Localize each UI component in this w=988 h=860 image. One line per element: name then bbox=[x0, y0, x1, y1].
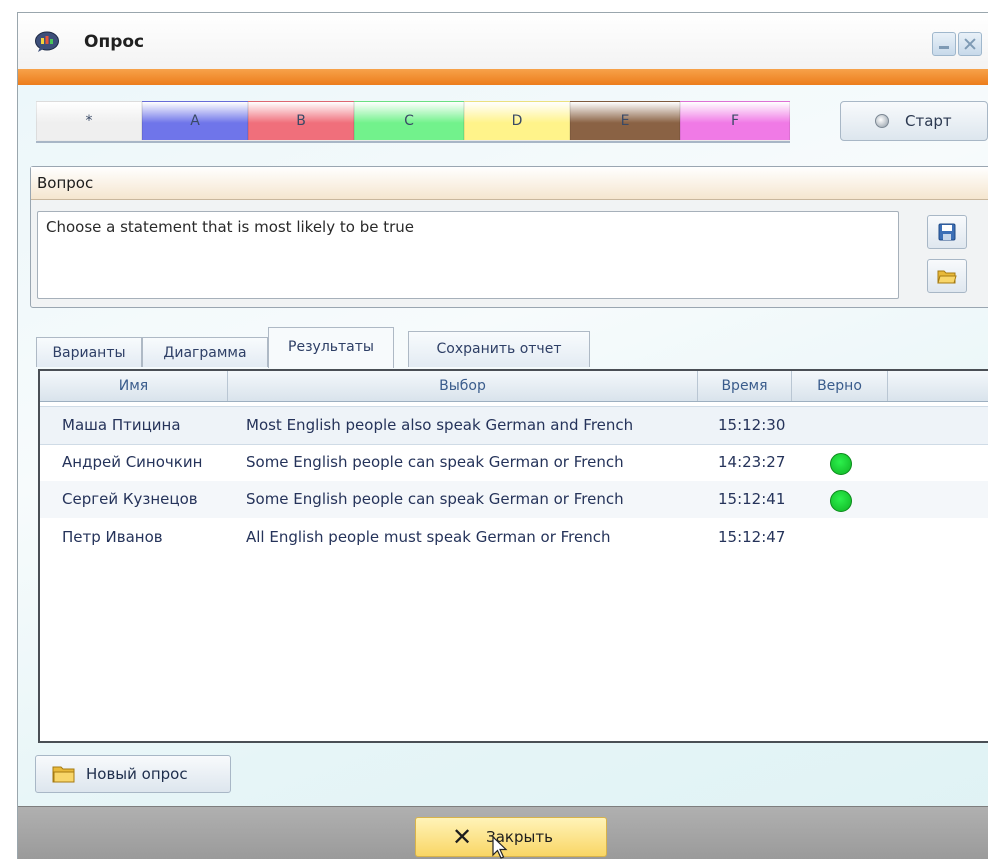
new-poll-button[interactable]: Новый опрос bbox=[35, 755, 231, 793]
floppy-disk-icon bbox=[938, 223, 956, 241]
tab-label: Варианты bbox=[52, 345, 126, 361]
cell-time: 14:23:27 bbox=[718, 453, 786, 471]
option-label: C bbox=[404, 113, 414, 129]
tab-label: Сохранить отчет bbox=[436, 341, 562, 357]
column-header-choice[interactable]: Выбор bbox=[228, 371, 698, 401]
option-f[interactable]: F bbox=[680, 101, 790, 141]
option-label: A bbox=[190, 113, 200, 129]
open-question-button[interactable] bbox=[927, 259, 967, 293]
start-button[interactable]: Старт bbox=[840, 101, 988, 141]
minimize-button[interactable] bbox=[932, 32, 956, 56]
tab-save-report[interactable]: Сохранить отчет bbox=[408, 331, 590, 367]
question-text-field[interactable]: Choose a statement that is most likely t… bbox=[37, 211, 899, 299]
poll-window: Опрос * A B C D E F Старт Вопрос Choose … bbox=[17, 12, 988, 859]
chat-bubble-icon bbox=[35, 31, 59, 52]
cell-time: 15:12:41 bbox=[718, 490, 786, 508]
cell-name: Маша Птицина bbox=[62, 416, 181, 434]
option-c[interactable]: C bbox=[354, 101, 464, 141]
correct-indicator-icon bbox=[830, 453, 852, 475]
cell-choice: Some English people can speak German or … bbox=[246, 490, 624, 508]
tab-label: Диаграмма bbox=[163, 345, 247, 361]
cell-name: Сергей Кузнецов bbox=[62, 490, 198, 508]
cell-name: Андрей Синочкин bbox=[62, 453, 203, 471]
option-label: D bbox=[511, 113, 523, 129]
close-x-icon: ✕ bbox=[452, 823, 473, 851]
tab-results[interactable]: Результаты bbox=[268, 327, 394, 368]
tab-options[interactable]: Варианты bbox=[36, 337, 142, 367]
option-b[interactable]: B bbox=[248, 101, 354, 141]
title-bar: Опрос bbox=[18, 13, 988, 69]
radio-dot-icon bbox=[875, 114, 889, 128]
results-table: Имя Выбор Время Верно Маша Птицина Most … bbox=[38, 369, 988, 743]
option-star[interactable]: * bbox=[36, 101, 142, 141]
accent-bar bbox=[18, 69, 988, 85]
cell-choice: All English people must speak German or … bbox=[246, 528, 611, 546]
option-label: E bbox=[620, 113, 630, 129]
start-label: Старт bbox=[905, 112, 952, 130]
option-label: * bbox=[85, 113, 93, 129]
table-row[interactable]: Маша Птицина Most English people also sp… bbox=[40, 406, 988, 445]
cell-name: Петр Иванов bbox=[62, 528, 163, 546]
cell-choice: Some English people can speak German or … bbox=[246, 453, 624, 471]
tab-label: Результаты bbox=[288, 339, 374, 355]
table-row[interactable]: Петр Иванов All English people must spea… bbox=[40, 519, 988, 556]
option-label: B bbox=[296, 113, 306, 129]
cell-time: 15:12:47 bbox=[718, 528, 786, 546]
option-a[interactable]: A bbox=[142, 101, 248, 141]
option-selector: * A B C D E F bbox=[36, 101, 790, 143]
close-window-button[interactable] bbox=[958, 32, 982, 56]
column-header-name[interactable]: Имя bbox=[40, 371, 228, 401]
close-button[interactable]: ✕ Закрыть bbox=[415, 817, 607, 857]
question-header: Вопрос bbox=[31, 167, 988, 200]
window-title: Опрос bbox=[84, 32, 145, 52]
cell-time: 15:12:30 bbox=[718, 416, 786, 434]
option-label: F bbox=[730, 113, 740, 129]
mouse-cursor-icon bbox=[492, 836, 508, 859]
cell-choice: Most English people also speak German an… bbox=[246, 416, 634, 434]
table-row[interactable]: Сергей Кузнецов Some English people can … bbox=[40, 481, 988, 518]
option-e[interactable]: E bbox=[570, 101, 680, 141]
tab-diagram[interactable]: Диаграмма bbox=[142, 337, 268, 367]
question-panel: Вопрос Choose a statement that is most l… bbox=[30, 166, 988, 308]
table-row[interactable]: Андрей Синочкин Some English people can … bbox=[40, 444, 988, 481]
column-header-time[interactable]: Время bbox=[698, 371, 792, 401]
folder-open-icon bbox=[937, 270, 957, 283]
column-header-correct[interactable]: Верно bbox=[792, 371, 888, 401]
option-d[interactable]: D bbox=[464, 101, 570, 141]
save-question-button[interactable] bbox=[927, 215, 967, 249]
folder-icon bbox=[52, 766, 75, 783]
correct-indicator-icon bbox=[830, 490, 852, 512]
new-poll-label: Новый опрос bbox=[86, 765, 188, 783]
table-header: Имя Выбор Время Верно bbox=[40, 371, 988, 402]
